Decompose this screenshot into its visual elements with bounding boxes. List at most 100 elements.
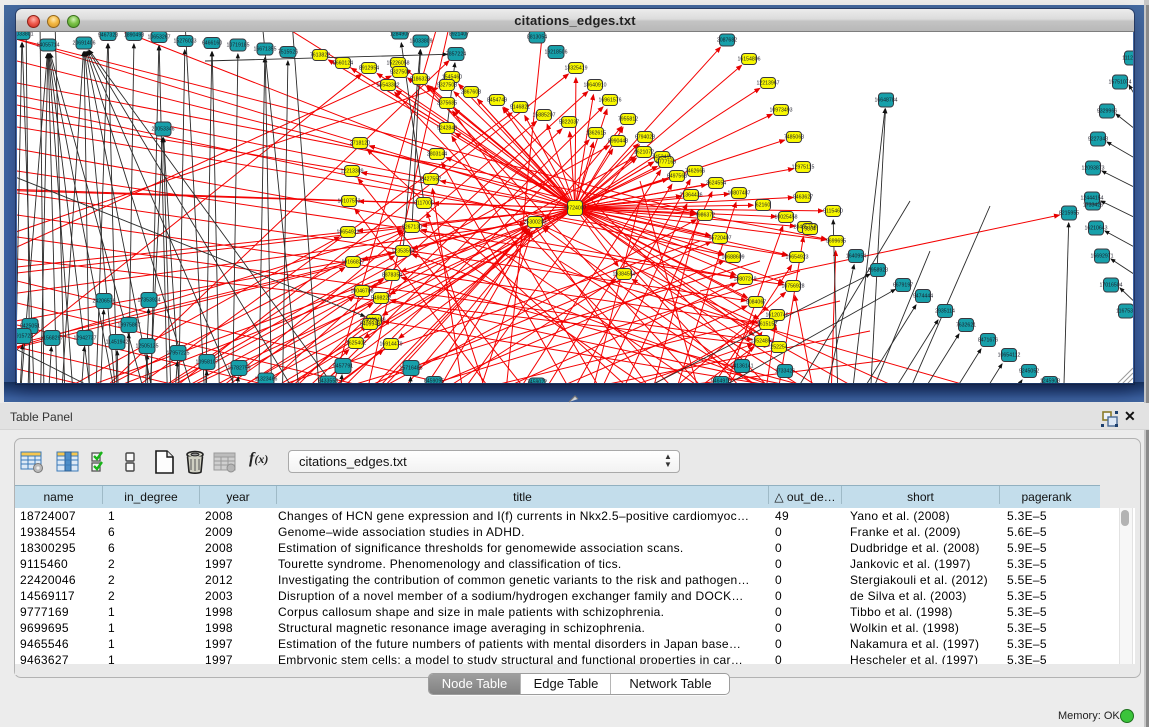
svg-text:14136141: 14136141 <box>730 364 753 370</box>
svg-text:16648784: 16648784 <box>874 98 897 104</box>
svg-text:9146821: 9146821 <box>510 105 530 111</box>
svg-text:21364436: 21364436 <box>679 193 702 199</box>
svg-text:15276023: 15276023 <box>173 39 196 45</box>
svg-text:8215955: 8215955 <box>1059 211 1079 217</box>
svg-text:9327508: 9327508 <box>437 83 457 89</box>
svg-text:9425051: 9425051 <box>20 324 40 330</box>
svg-text:8912954: 8912954 <box>359 66 379 72</box>
svg-text:8660124: 8660124 <box>333 61 353 67</box>
svg-text:8921407: 8921407 <box>449 32 469 38</box>
svg-text:8958923: 8958923 <box>868 268 888 274</box>
svg-text:11323466: 11323466 <box>255 377 278 383</box>
svg-text:3624554: 3624554 <box>706 181 726 187</box>
svg-text:12942737: 12942737 <box>73 336 96 342</box>
svg-text:12213967: 12213967 <box>756 81 779 87</box>
svg-text:19384554: 19384554 <box>612 272 635 278</box>
svg-text:3915723: 3915723 <box>17 334 33 340</box>
svg-text:8454749: 8454749 <box>487 98 507 104</box>
svg-text:9084067: 9084067 <box>746 300 766 306</box>
svg-text:19654923: 19654923 <box>785 255 808 261</box>
svg-text:12353594: 12353594 <box>391 249 414 255</box>
svg-text:7955812: 7955812 <box>618 117 638 123</box>
svg-text:1733426: 1733426 <box>1083 203 1103 209</box>
svg-text:15720407: 15720407 <box>708 236 731 242</box>
svg-text:1167531: 1167531 <box>1116 309 1133 315</box>
svg-text:7613822: 7613822 <box>310 53 330 59</box>
svg-text:1545460: 1545460 <box>442 75 462 81</box>
svg-text:1245903: 1245903 <box>1040 379 1060 384</box>
svg-text:7485063: 7485063 <box>784 135 804 141</box>
svg-text:18640910: 18640910 <box>583 83 606 89</box>
svg-text:252254: 252254 <box>770 345 787 351</box>
svg-text:9409948: 9409948 <box>360 322 380 328</box>
svg-text:15751074: 15751074 <box>1108 80 1131 86</box>
svg-text:2803144: 2803144 <box>427 152 447 158</box>
svg-text:3375685: 3375685 <box>437 101 457 107</box>
svg-text:10756928: 10756928 <box>781 284 804 290</box>
svg-text:9327506: 9327506 <box>390 70 410 76</box>
svg-text:10025458: 10025458 <box>774 215 797 221</box>
svg-text:2867608: 2867608 <box>461 90 481 96</box>
svg-text:9227343: 9227343 <box>1088 137 1108 143</box>
svg-text:15885207: 15885207 <box>532 113 555 119</box>
svg-text:9804: 9804 <box>804 227 816 233</box>
svg-text:1284907: 1284907 <box>390 32 410 38</box>
svg-text:13325419: 13325419 <box>564 66 587 72</box>
svg-text:5498222: 5498222 <box>371 296 391 302</box>
svg-text:6497568: 6497568 <box>667 174 687 180</box>
svg-text:15226058: 15226058 <box>386 61 409 67</box>
svg-text:20053346: 20053346 <box>151 127 174 133</box>
svg-text:9329966: 9329966 <box>1097 109 1117 115</box>
svg-text:2718120: 2718120 <box>350 141 370 147</box>
svg-text:1362615: 1362615 <box>586 131 606 137</box>
svg-text:17957225: 17957225 <box>166 351 189 357</box>
svg-text:10958107: 10958107 <box>195 360 218 366</box>
svg-text:9777169: 9777169 <box>656 160 676 166</box>
svg-text:8471676: 8471676 <box>978 338 998 344</box>
svg-text:24206576: 24206576 <box>92 299 115 305</box>
svg-text:1112243: 1112243 <box>1122 56 1133 62</box>
svg-text:18724007: 18724007 <box>563 206 586 212</box>
svg-text:19654923: 19654923 <box>336 230 359 236</box>
svg-text:7986372: 7986372 <box>695 213 715 219</box>
svg-text:12505135: 12505135 <box>135 344 158 350</box>
svg-text:11451942: 11451942 <box>106 340 129 346</box>
svg-text:16033801: 16033801 <box>17 32 34 38</box>
svg-text:12975115: 12975115 <box>792 165 815 171</box>
svg-text:10973493: 10973493 <box>769 108 792 114</box>
svg-text:16671355: 16671355 <box>253 47 276 53</box>
svg-text:10107552: 10107552 <box>337 199 360 205</box>
svg-text:17016504: 17016504 <box>1099 283 1122 289</box>
svg-text:1615152: 1615152 <box>757 322 777 328</box>
svg-text:16033809: 16033809 <box>409 39 432 45</box>
svg-text:6466160: 6466160 <box>202 41 222 47</box>
svg-text:9474444: 9474444 <box>913 294 933 300</box>
svg-text:16154806: 16154806 <box>737 57 760 63</box>
svg-text:8990448: 8990448 <box>608 139 628 145</box>
svg-text:1640954: 1640954 <box>846 254 866 260</box>
svg-text:18807249: 18807249 <box>733 277 756 283</box>
svg-text:7625402: 7625402 <box>346 341 366 347</box>
svg-text:2087682: 2087682 <box>717 38 737 44</box>
svg-text:16914479: 16914479 <box>379 342 402 348</box>
svg-text:8186328: 8186328 <box>410 77 430 83</box>
svg-text:25300203: 25300203 <box>523 220 546 226</box>
svg-text:9467328: 9467328 <box>98 33 118 39</box>
svg-text:11568297: 11568297 <box>41 336 64 342</box>
svg-text:9115460: 9115460 <box>823 209 843 215</box>
svg-text:8878354: 8878354 <box>382 273 402 279</box>
svg-text:9464918: 9464918 <box>711 379 731 384</box>
svg-text:7515526: 7515526 <box>278 50 298 56</box>
svg-text:19975867: 19975867 <box>117 323 140 329</box>
svg-text:7462666: 7462666 <box>685 169 705 175</box>
svg-text:12444154: 12444154 <box>1080 196 1103 202</box>
svg-text:12213389: 12213389 <box>340 169 363 175</box>
svg-text:5822037: 5822037 <box>559 120 579 126</box>
svg-text:1733426: 1733426 <box>775 369 795 375</box>
svg-text:10654112: 10654112 <box>998 353 1021 359</box>
svg-text:16782759: 16782759 <box>227 366 250 372</box>
svg-text:1890498: 1890498 <box>124 33 144 39</box>
svg-text:12093873: 12093873 <box>1081 166 1104 172</box>
svg-text:15716485: 15716485 <box>399 366 422 372</box>
svg-text:14055714: 14055714 <box>36 43 59 49</box>
